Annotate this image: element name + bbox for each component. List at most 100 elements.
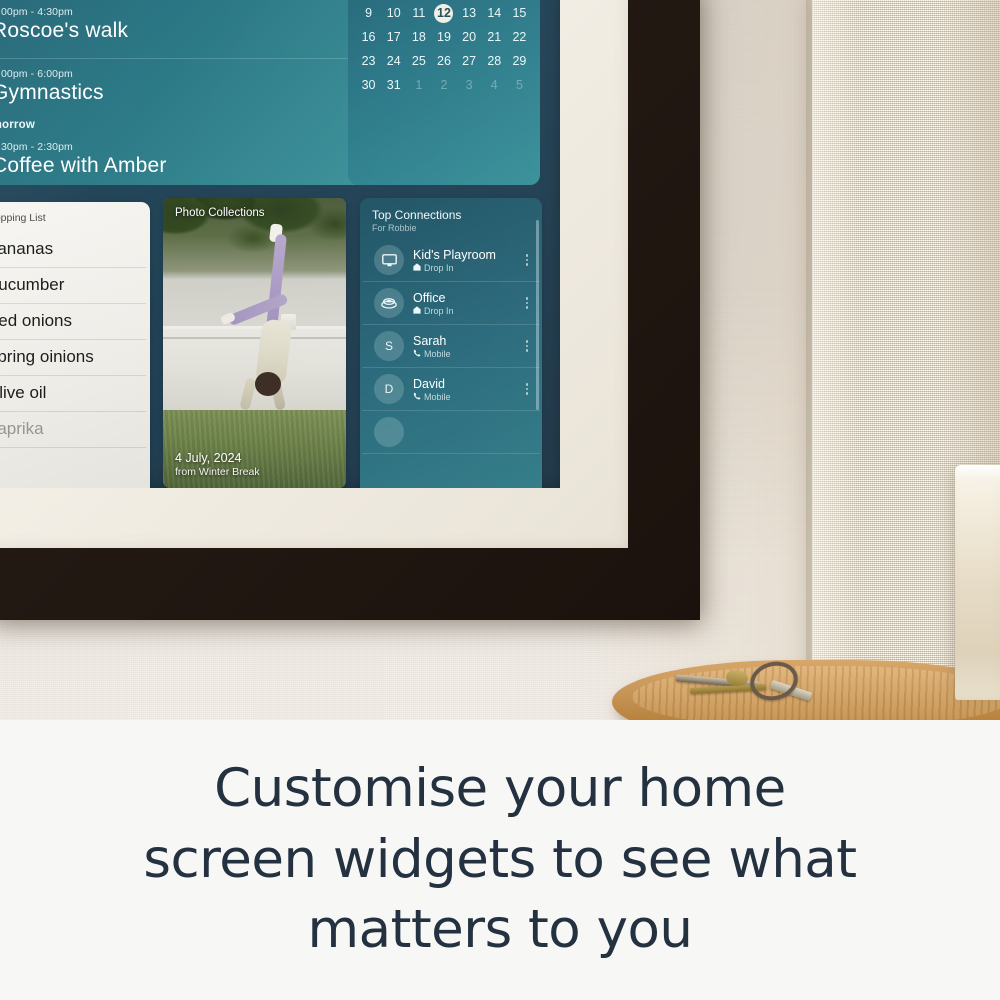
connection-mode: Drop In xyxy=(413,306,517,316)
calendar-day[interactable]: 18 xyxy=(406,28,431,47)
photo-caption: 4 July, 2024 from Winter Break xyxy=(175,451,260,478)
caption-line-3: matters to you xyxy=(307,899,693,961)
calendar-day[interactable]: 31 xyxy=(381,76,406,95)
calendar-day-number: 15 xyxy=(512,6,527,20)
connection-mode: Mobile xyxy=(413,349,517,359)
agenda-event[interactable]: 5:00pm - 6:00pm Gymnastics xyxy=(0,68,348,111)
agenda-event-time: 1:30pm - 2:30pm xyxy=(0,141,73,153)
connection-meta: Kid's Playroom Drop In xyxy=(413,248,517,273)
calendar-day-number: 2 xyxy=(440,78,448,92)
list-item[interactable]: Office Drop In xyxy=(362,282,540,325)
agenda-event-title: Coffee with Amber xyxy=(0,154,167,177)
calendar-day[interactable]: 16 xyxy=(356,28,381,47)
calendar-day[interactable]: 17 xyxy=(381,28,406,47)
calendar-day[interactable]: 21 xyxy=(482,28,507,47)
list-item[interactable]: Cucumber xyxy=(0,268,146,304)
calendar-day[interactable]: 9 xyxy=(356,4,381,23)
home-screen-widgets: Today 3:00pm - 3:30pm Daycare pick up 4:… xyxy=(0,0,560,488)
month-calendar-widget[interactable]: December 2024 MONTUEWEDTHUFRISATSUN25262… xyxy=(348,0,540,185)
calendar-day-number: 19 xyxy=(437,30,451,44)
calendar-day-number: 27 xyxy=(462,54,477,68)
calendar-day[interactable]: 19 xyxy=(431,28,456,47)
speaker-icon xyxy=(374,288,404,318)
connections-title: Top Connections xyxy=(372,208,462,222)
home-icon xyxy=(413,305,421,316)
agenda-tomorrow-label: Tomorrow xyxy=(0,119,35,131)
caption-line-2: screen widgets to see what xyxy=(143,828,857,890)
list-item[interactable]: D David Mobile xyxy=(362,368,540,411)
calendar-day[interactable]: 22 xyxy=(507,28,532,47)
calendar-day[interactable]: 4 xyxy=(482,76,507,95)
agenda-event-title: Gymnastics xyxy=(0,81,104,104)
connection-meta: Sarah Mobile xyxy=(413,334,517,359)
calendar-day[interactable]: 25 xyxy=(406,52,431,71)
calendar-day[interactable]: 30 xyxy=(356,76,381,95)
calendar-day-number: 25 xyxy=(411,54,426,68)
calendar-day[interactable]: 3 xyxy=(457,76,482,95)
shopping-list-items: BananasCucumberRed onionsSpring oinionsO… xyxy=(0,232,150,448)
calendar-day-number: 12 xyxy=(434,4,454,23)
connections-rows: Kid's Playroom Drop In Office Drop In S Sarah… xyxy=(360,239,542,454)
calendar-day[interactable]: 13 xyxy=(457,4,482,23)
calendar-day[interactable]: 28 xyxy=(482,52,507,71)
list-item[interactable]: Bananas xyxy=(0,232,146,268)
list-item[interactable]: Paprika xyxy=(0,412,146,448)
calendar-day[interactable]: 24 xyxy=(381,52,406,71)
connection-mode-label: Drop In xyxy=(424,305,454,316)
calendar-day-number: 11 xyxy=(412,6,426,20)
list-item[interactable]: Olive oil xyxy=(0,376,146,412)
photo-source: from Winter Break xyxy=(175,466,260,478)
calendar-day-number: 16 xyxy=(361,30,376,44)
shopping-list-widget[interactable]: Shopping List BananasCucumberRed onionsS… xyxy=(0,202,150,488)
calendar-day[interactable]: 11 xyxy=(406,4,431,23)
home-icon xyxy=(413,262,421,273)
calendar-day[interactable]: 10 xyxy=(381,4,406,23)
list-item[interactable]: Spring oinions xyxy=(0,340,146,376)
avatar: D xyxy=(374,374,404,404)
agenda-event-title: Roscoe's walk xyxy=(0,19,129,42)
overflow-menu-icon[interactable] xyxy=(525,295,531,311)
photo-date: 4 July, 2024 xyxy=(175,451,242,465)
device-screen[interactable]: Today 3:00pm - 3:30pm Daycare pick up 4:… xyxy=(0,0,560,488)
phone-icon xyxy=(413,392,421,402)
calendar-day[interactable]: 20 xyxy=(457,28,482,47)
agenda-event[interactable]: 4:00pm - 4:30pm Roscoe's walk xyxy=(0,6,348,49)
calendar-day[interactable]: 29 xyxy=(507,52,532,71)
calendar-day-number: 24 xyxy=(386,54,401,68)
marketing-caption-area: Customise your home screen widgets to se… xyxy=(0,720,1000,1000)
list-item[interactable]: Kid's Playroom Drop In xyxy=(362,239,540,282)
room-scene-photo: Today 3:00pm - 3:30pm Daycare pick up 4:… xyxy=(0,0,1000,720)
list-item[interactable] xyxy=(362,411,540,454)
calendar-day[interactable]: 2 xyxy=(431,76,456,95)
connections-scrollbar[interactable] xyxy=(536,220,539,410)
list-item[interactable]: Red onions xyxy=(0,304,146,340)
calendar-day-number: 30 xyxy=(361,78,376,92)
calendar-day[interactable]: 27 xyxy=(457,52,482,71)
calendar-day-number: 5 xyxy=(515,78,523,92)
wooden-tray-grain xyxy=(632,666,1000,720)
connection-mode-label: Drop In xyxy=(424,262,454,273)
phone-icon xyxy=(413,349,421,359)
agenda-event[interactable]: 1:30pm - 2:30pm Coffee with Amber xyxy=(0,141,348,184)
calendar-day[interactable]: 14 xyxy=(482,4,507,23)
calendar-day[interactable]: 26 xyxy=(431,52,456,71)
overflow-menu-icon[interactable] xyxy=(525,381,531,397)
calendar-day-today[interactable]: 12 xyxy=(431,4,456,23)
photo-collections-widget[interactable]: Photo Collections 4 July, 2024 from Wint… xyxy=(163,198,346,488)
calendar-day[interactable]: 1 xyxy=(406,76,431,95)
connection-mode: Drop In xyxy=(413,263,517,273)
calendar-agenda-widget[interactable]: Today 3:00pm - 3:30pm Daycare pick up 4:… xyxy=(0,0,364,185)
month-grid: MONTUEWEDTHUFRISATSUN2526272829301234567… xyxy=(356,0,532,95)
calendar-day[interactable]: 5 xyxy=(507,76,532,95)
list-item[interactable]: S Sarah Mobile xyxy=(362,325,540,368)
device-matte-border: Today 3:00pm - 3:30pm Daycare pick up 4:… xyxy=(0,0,628,548)
overflow-menu-icon[interactable] xyxy=(525,338,531,354)
calendar-day-number: 10 xyxy=(386,6,401,20)
calendar-day[interactable]: 15 xyxy=(507,4,532,23)
connection-name: Sarah xyxy=(413,333,447,348)
top-connections-widget[interactable]: Top Connections For Robbie Kid's Playroo… xyxy=(360,198,542,488)
calendar-day[interactable]: 23 xyxy=(356,52,381,71)
overflow-menu-icon[interactable] xyxy=(525,252,531,268)
calendar-day-number: 9 xyxy=(365,6,373,20)
connection-meta: David Mobile xyxy=(413,377,517,402)
